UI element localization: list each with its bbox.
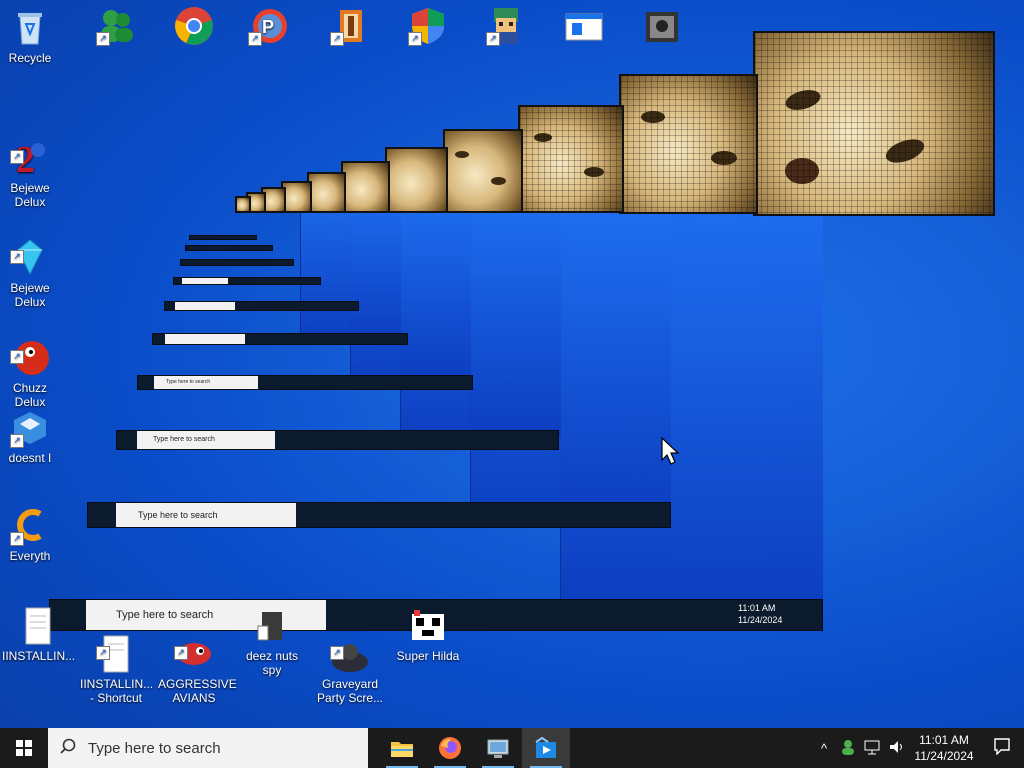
doesnt-icon: ↗ xyxy=(10,408,50,448)
folder-icon xyxy=(391,742,413,757)
archive-icon: ↗ xyxy=(330,6,370,46)
desktop-icon-recycle-bin[interactable]: Recycle xyxy=(0,8,66,65)
desktop-icon-label: IINSTALLIN... - Shortcut xyxy=(80,677,154,705)
taskbar-app-control-panel[interactable] xyxy=(474,728,522,768)
chrome-icon xyxy=(174,6,214,46)
desktop-icon-label: Super Hilda xyxy=(396,649,460,663)
everything-icon: ↗ xyxy=(10,506,50,546)
desktop-icon-window[interactable] xyxy=(548,6,620,49)
taskbar-app-firefox[interactable] xyxy=(426,728,474,768)
desktop-icon-label: deez nuts spy xyxy=(245,649,299,677)
desktop-icon-label: AGGRESSIVE AVIANS xyxy=(158,677,237,705)
desktop-icon-label: Bejewe Delux xyxy=(10,281,50,309)
desktop-icon-doesnt-i[interactable]: ↗ doesnt I xyxy=(0,408,66,465)
taskbar-app-file-explorer[interactable] xyxy=(378,728,426,768)
volume-icon[interactable] xyxy=(884,739,908,758)
firefox-icon xyxy=(439,737,461,759)
taskbar: Type here to search ^ 11:01 AM 11/24/202… xyxy=(0,728,1024,768)
desktop-icon-people[interactable]: ↗ xyxy=(80,6,152,49)
ghost-taskbar-4: Type here to search xyxy=(138,376,472,389)
people-tray-icon[interactable] xyxy=(836,739,860,758)
desktop-icon-bejeweled-2[interactable]: 2 ↗ Bejewe Delux xyxy=(0,110,66,209)
desktop-icon-super-hilda[interactable]: Super Hilda xyxy=(392,606,464,663)
taskbar-search-box[interactable]: Type here to search xyxy=(48,728,368,768)
recursive-window-trail: Type here to search 11:01 AM 11/24/2024 … xyxy=(0,0,1024,768)
pixel-game-icon xyxy=(408,606,448,646)
shield-icon: ↗ xyxy=(408,6,448,46)
desktop-icon-label: Bejewe Delux xyxy=(10,181,50,209)
desktop-icon-aggressive-avians[interactable]: ↗ AGGRESSIVE AVIANS xyxy=(158,606,237,705)
taskbar-app-media[interactable] xyxy=(522,728,570,768)
chevron-up-icon[interactable]: ^ xyxy=(812,741,836,756)
desktop-icon-installing-shortcut[interactable]: ↗ IINSTALLIN... - Shortcut xyxy=(80,606,154,705)
character-icon: ↗ xyxy=(486,6,526,46)
desktop-icon-installing[interactable]: IINSTALLIN... xyxy=(2,606,76,663)
people-icon: ↗ xyxy=(96,6,136,46)
desktop-icon-photo[interactable] xyxy=(626,6,698,49)
desktop-icon-shield[interactable]: ↗ xyxy=(392,6,464,49)
bejeweled-2-icon: 2 ↗ xyxy=(10,124,50,181)
windows-logo-icon xyxy=(16,740,32,756)
document-icon: ↗ xyxy=(96,620,136,673)
window-icon xyxy=(564,6,604,46)
start-button[interactable] xyxy=(0,728,48,768)
clock-time: 11:01 AM xyxy=(919,733,969,747)
desktop-icon-p-app[interactable]: P ↗ xyxy=(232,6,304,49)
search-icon xyxy=(48,738,88,759)
desktop-icon-deez-nuts-spy[interactable]: deez nuts spy xyxy=(236,606,308,677)
desktop-icon-label: Graveyard Party Scre... xyxy=(316,677,384,705)
desktop-icon-bejeweled-gem[interactable]: ↗ Bejewe Delux xyxy=(0,210,66,309)
clock[interactable]: 11:01 AM 11/24/2024 xyxy=(908,732,980,764)
desktop-icon-label: Chuzz Delux xyxy=(12,381,47,409)
recycle-bin-icon xyxy=(10,8,50,48)
search-placeholder: Type here to search xyxy=(88,739,221,757)
clock-date: 11/24/2024 xyxy=(914,749,974,763)
media-icon xyxy=(535,736,556,758)
network-icon[interactable] xyxy=(860,739,884,758)
desktop-icon-chrome[interactable] xyxy=(158,6,230,49)
mouse-cursor-icon xyxy=(661,436,681,470)
graveyard-icon: ↗ xyxy=(330,620,370,672)
spy-icon xyxy=(252,606,292,646)
desktop-icon-chuzzle[interactable]: ↗ Chuzz Delux xyxy=(0,310,66,409)
desktop-icon-label: IINSTALLIN... xyxy=(2,649,76,663)
desktop-icon-label: Everyth xyxy=(9,549,51,563)
p-app-icon: P ↗ xyxy=(248,6,288,46)
photo-icon xyxy=(642,6,682,46)
desktop-icon-archive[interactable]: ↗ xyxy=(314,6,386,49)
desktop-icon-label: doesnt I xyxy=(8,451,52,465)
ghost-taskbar-2: Type here to search xyxy=(88,503,670,527)
ghost-taskbar-3: Type here to search xyxy=(117,431,558,449)
doll-image-frame xyxy=(753,31,995,216)
desktop-icon-graveyard-party[interactable]: ↗ Graveyard Party Scre... xyxy=(314,606,386,705)
system-tray: ^ 11:01 AM 11/24/2024 xyxy=(812,728,1024,768)
bird-icon: ↗ xyxy=(174,620,214,665)
notification-center-icon[interactable] xyxy=(980,737,1024,760)
control-panel-icon xyxy=(487,739,509,758)
gem-icon: ↗ xyxy=(10,224,50,276)
desktop-icon-everything[interactable]: ↗ Everyth xyxy=(0,506,66,563)
desktop-icon-label: Recycle xyxy=(8,51,52,65)
svg-text:P: P xyxy=(262,17,274,37)
chuzzle-icon: ↗ xyxy=(10,324,50,375)
document-icon xyxy=(18,606,58,646)
desktop-icon-character[interactable]: ↗ xyxy=(470,6,542,49)
